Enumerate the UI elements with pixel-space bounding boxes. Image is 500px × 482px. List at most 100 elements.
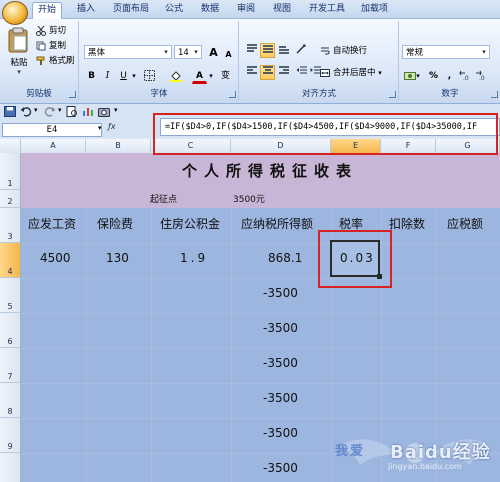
borders-button[interactable] [142, 69, 157, 84]
save-icon[interactable] [4, 106, 16, 117]
chevron-down-icon[interactable]: ▾ [34, 106, 38, 114]
align-left-button[interactable] [244, 65, 259, 80]
font-name-select[interactable]: 黑体 ▾ [84, 45, 172, 59]
select-all-corner[interactable] [0, 139, 21, 153]
row-header-8[interactable]: 8 [0, 383, 20, 418]
column-header-g[interactable]: G [436, 139, 500, 153]
dialog-launcher-icon[interactable] [491, 91, 498, 98]
cell-d8[interactable]: -3500 [263, 391, 298, 405]
grow-font-button[interactable]: A [206, 45, 221, 60]
row-header-5[interactable]: 5 [0, 278, 20, 313]
fill-color-button[interactable] [168, 69, 183, 84]
comma-style-button[interactable]: , [442, 69, 457, 84]
header-insurance[interactable]: 保险费 [97, 215, 133, 232]
undo-icon[interactable] [20, 106, 32, 117]
merge-center-button[interactable]: 合并后居中 ▾ [320, 67, 382, 80]
chevron-down-icon[interactable]: ▾ [58, 106, 62, 114]
phonetic-button[interactable]: 变 [218, 69, 233, 84]
shrink-font-button[interactable]: A [221, 47, 236, 62]
cell-d9[interactable]: -3500 [263, 426, 298, 440]
column-header-a[interactable]: A [21, 139, 86, 153]
camera-icon[interactable] [98, 106, 110, 117]
align-middle-button[interactable] [260, 43, 275, 58]
insert-function-icon[interactable]: ƒx [108, 122, 116, 131]
cell-b4-insurance[interactable]: 130 [106, 251, 129, 265]
formula-input[interactable]: =IF($D4>0,IF($D4>1500,IF($D4>4500,IF($D4… [160, 118, 500, 136]
cell-d10[interactable]: -3500 [263, 461, 298, 475]
sheet-title[interactable]: 个人所得税征收表 [150, 160, 390, 181]
row-number: 6 [7, 337, 13, 346]
bold-button[interactable]: B [84, 69, 99, 84]
cell-d6[interactable]: -3500 [263, 321, 298, 335]
redo-icon[interactable] [44, 106, 56, 117]
dialog-launcher-icon[interactable] [69, 91, 76, 98]
column-header-d[interactable]: D [231, 139, 331, 153]
tab-developer[interactable]: 开发工具 [304, 2, 350, 17]
header-taxable-income[interactable]: 应纳税所得额 [241, 215, 313, 232]
percent-style-button[interactable]: % [426, 69, 441, 84]
header-salary[interactable]: 应发工资 [28, 215, 76, 232]
column-header-f[interactable]: F [381, 139, 436, 153]
tab-page-layout[interactable]: 页面布局 [108, 2, 154, 17]
align-bottom-button[interactable] [276, 43, 291, 58]
copy-button[interactable]: 复制 [36, 40, 66, 53]
chevron-down-icon[interactable]: ▾ [207, 69, 215, 84]
align-center-button[interactable] [260, 65, 275, 80]
office-button[interactable] [2, 1, 28, 25]
row-header-1[interactable]: 1 [0, 153, 20, 190]
tab-data[interactable]: 数据 [196, 2, 224, 17]
column-header-c[interactable]: C [151, 139, 231, 153]
italic-button[interactable]: I [100, 69, 115, 84]
cell-d4-taxable-income[interactable]: 868.1 [268, 251, 302, 265]
name-box[interactable]: E4 [2, 123, 102, 137]
header-tax-amount[interactable]: 应税额 [447, 215, 483, 232]
chevron-down-icon[interactable]: ▾ [414, 69, 422, 84]
row-header-3[interactable]: 3 [0, 208, 20, 243]
font-size-select[interactable]: 14 ▾ [174, 45, 202, 59]
cell-d5[interactable]: -3500 [263, 286, 298, 300]
indent-decrease-button[interactable] [294, 65, 309, 80]
cell-d7[interactable]: -3500 [263, 356, 298, 370]
tab-insert[interactable]: 插入 [72, 2, 100, 17]
chevron-down-icon[interactable]: ▾ [130, 69, 138, 84]
number-format-select[interactable]: 常规 ▾ [402, 45, 490, 59]
row-number: 8 [7, 407, 13, 416]
cut-button[interactable]: 剪切 [36, 25, 66, 38]
tab-addins[interactable]: 加载项 [356, 2, 393, 17]
dialog-launcher-icon[interactable] [229, 91, 236, 98]
column-header-b[interactable]: B [86, 139, 151, 153]
row-header-2[interactable]: 2 [0, 190, 20, 208]
cell-a4-salary[interactable]: 4500 [40, 251, 71, 265]
header-housing-fund[interactable]: 住房公积金 [160, 215, 220, 232]
chevron-down-icon[interactable]: ▾ [98, 124, 102, 132]
wrap-text-button[interactable]: 自动换行 [320, 45, 367, 58]
tab-home[interactable]: 开始 [32, 2, 63, 19]
chart-icon[interactable] [82, 106, 94, 117]
threshold-label[interactable]: 起征点 [150, 192, 177, 205]
clipboard-icon [8, 27, 28, 53]
row-header-9[interactable]: 9 [0, 418, 20, 453]
print-preview-icon[interactable] [66, 106, 78, 117]
customize-qat-icon[interactable]: ▾ [114, 106, 118, 114]
increase-decimal-button[interactable]: .0 [458, 69, 473, 84]
row-header-7[interactable]: 7 [0, 348, 20, 383]
tab-view[interactable]: 视图 [268, 2, 296, 17]
decrease-decimal-button[interactable]: .0 [474, 69, 489, 84]
header-deduction[interactable]: 扣除数 [389, 215, 425, 232]
threshold-value[interactable]: 3500元 [233, 192, 265, 205]
underline-button[interactable]: U [116, 69, 131, 84]
format-painter-button[interactable]: 格式刷 [36, 55, 75, 68]
tab-formulas[interactable]: 公式 [160, 2, 188, 17]
dialog-launcher-icon[interactable] [389, 91, 396, 98]
cell-c4-housing-fund[interactable]: 1.9 [180, 251, 208, 265]
orientation-button[interactable] [294, 43, 309, 58]
row-header-6[interactable]: 6 [0, 313, 20, 348]
align-right-button[interactable] [276, 65, 291, 80]
font-color-button[interactable]: A [192, 69, 207, 84]
column-header-e[interactable]: E [331, 139, 381, 153]
clipboard-group: 粘贴 ▾ 剪切 复制 格式刷 剪贴板 [0, 21, 79, 101]
tab-review[interactable]: 审阅 [232, 2, 260, 17]
paste-button[interactable]: 粘贴 ▾ [6, 27, 32, 81]
align-top-button[interactable] [244, 43, 259, 58]
row-header-4[interactable]: 4 [0, 243, 20, 278]
